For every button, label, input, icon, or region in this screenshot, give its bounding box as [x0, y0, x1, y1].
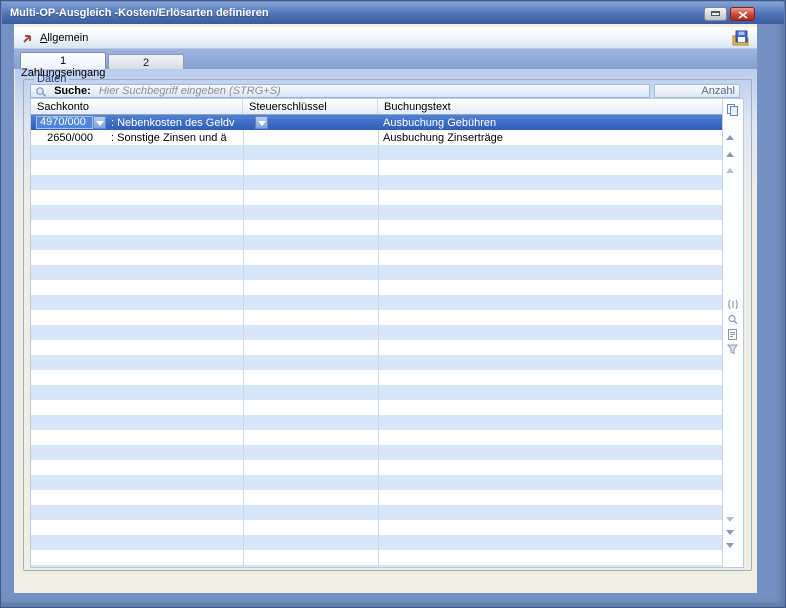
sachkonto-name: : Nebenkosten des Geldv [111, 117, 235, 129]
tab-page: Daten Suche: Hier Suchbegriff eingeben (… [15, 69, 757, 593]
column-header-sachkonto[interactable]: Sachkonto [31, 99, 243, 114]
scroll-up-icon[interactable] [726, 156, 741, 169]
scroll-to-bottom-icon[interactable] [726, 548, 741, 561]
window-title: Multi-OP-Ausgleich -Kosten/Erlösarten de… [10, 7, 269, 19]
steuerschluessel-dropdown-button[interactable] [255, 116, 268, 129]
column-header-steuerschluessel[interactable]: Steuerschlüssel [243, 99, 378, 114]
tab-strip: 1 Zahlungseingang 2 Zahlungsausgang [14, 49, 757, 69]
daten-groupbox: Daten Suche: Hier Suchbegriff eingeben (… [23, 79, 752, 571]
sachkonto-dropdown-button[interactable] [93, 116, 106, 129]
restore-icon [711, 11, 720, 16]
dialog-content: Allgemein 1 Zahlungseingang 2 Zahlungsau… [14, 24, 757, 593]
search-in-grid-icon[interactable] [726, 313, 741, 326]
tab-zahlungsausgang[interactable]: 2 Zahlungsausgang [108, 54, 184, 69]
grid-side-toolbar [722, 99, 743, 567]
table-row[interactable]: 2650/000 : Sonstige Zinsen und ä Ausbuch… [31, 130, 722, 145]
restore-button[interactable] [704, 7, 727, 21]
save-icon [732, 30, 749, 46]
search-input[interactable]: Suche: Hier Suchbegriff eingeben (STRG+S… [30, 84, 650, 98]
fit-column-width-icon[interactable] [726, 298, 741, 311]
filter-icon[interactable] [726, 343, 741, 356]
titlebar: Multi-OP-Ausgleich -Kosten/Erlösarten de… [2, 2, 784, 24]
scroll-to-top-icon[interactable] [726, 123, 741, 136]
move-up-icon[interactable] [726, 140, 741, 153]
buchungstext-cell: Ausbuchung Zinserträge [383, 132, 503, 144]
toolbar: Allgemein [14, 27, 757, 49]
search-label: Suche: [54, 85, 91, 97]
sachkonto-number: 2650/000 [36, 132, 93, 144]
dialog-window: Multi-OP-Ausgleich -Kosten/Erlösarten de… [0, 0, 786, 608]
close-button[interactable] [730, 7, 755, 21]
chevron-down-icon [258, 121, 266, 126]
grid-body: 4970/000 : Nebenkosten des Geldv Ausbuch… [31, 115, 722, 567]
copy-icon[interactable] [726, 103, 741, 116]
column-divider [243, 115, 244, 567]
menu-allgemein[interactable]: Allgemein [37, 32, 91, 44]
close-icon [738, 11, 748, 20]
column-header-buchungstext[interactable]: Buchungstext [378, 99, 722, 114]
column-divider [378, 115, 379, 567]
sachkonto-name: : Sonstige Zinsen und ä [111, 132, 227, 144]
table-row[interactable]: 4970/000 : Nebenkosten des Geldv Ausbuch… [31, 115, 722, 130]
record-count: Anzahl Datensätze:2 [654, 84, 740, 98]
chevron-down-icon [96, 121, 104, 126]
jump-arrow-icon [22, 32, 34, 44]
buchungstext-cell: Ausbuchung Gebühren [383, 117, 496, 129]
search-placeholder: Hier Suchbegriff eingeben (STRG+S) [99, 85, 281, 97]
tab-zahlungseingang[interactable]: 1 Zahlungseingang [20, 52, 106, 69]
data-grid: Sachkonto Steuerschlüssel Buchungstext 4… [30, 98, 744, 568]
save-button[interactable] [731, 30, 750, 48]
search-icon [35, 85, 47, 98]
grid-header: Sachkonto Steuerschlüssel Buchungstext [31, 99, 722, 115]
export-icon[interactable] [726, 328, 741, 341]
sachkonto-editor[interactable]: 4970/000 [36, 116, 93, 129]
